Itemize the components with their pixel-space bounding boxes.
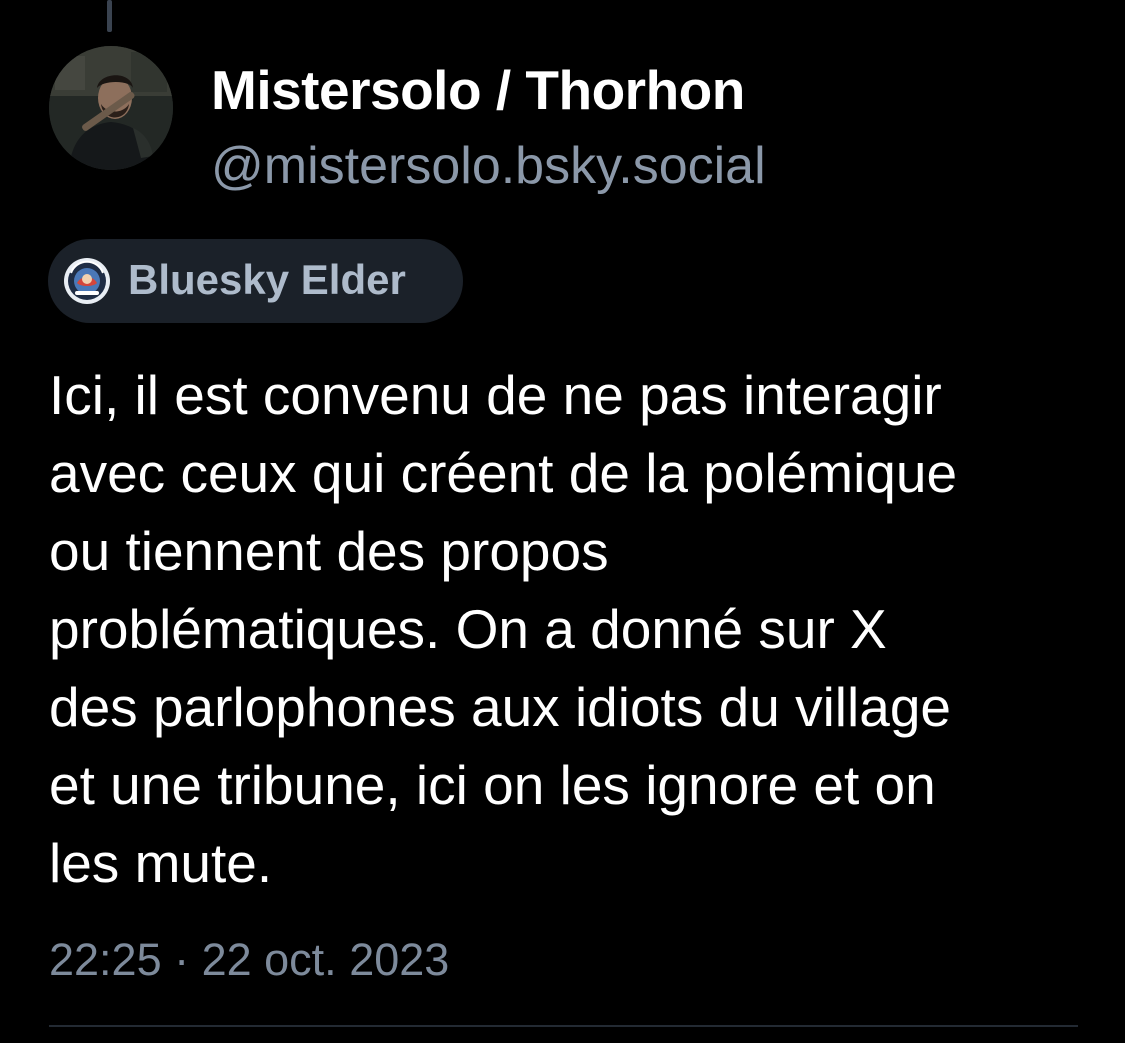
badge-label: Bluesky Elder <box>128 256 406 303</box>
divider <box>49 1025 1078 1027</box>
avatar-photo-icon <box>49 46 173 170</box>
avatar[interactable] <box>49 46 173 170</box>
profile-badge[interactable]: Bluesky Elder <box>48 239 463 323</box>
thread-connector-line <box>107 0 112 32</box>
post-body: Ici, il est convenu de ne pas interagir … <box>49 356 1099 902</box>
post-text-line: ou tiennent des propos <box>49 520 609 582</box>
post-text-line: problématiques. On a donné sur X <box>49 598 887 660</box>
post-text-line: les mute. <box>49 832 273 894</box>
post-timestamp[interactable]: 22:25 · 22 oct. 2023 <box>49 932 449 988</box>
badge-emblem-icon <box>63 257 111 305</box>
post-text-line: et une tribune, ici on les ignore et on <box>49 754 936 816</box>
author-display-name[interactable]: Mistersolo / Thorhon <box>211 58 745 122</box>
post-text-line: avec ceux qui créent de la polémique <box>49 442 958 504</box>
post-text-line: Ici, il est convenu de ne pas interagir <box>49 364 942 426</box>
post-text-line: des parlophones aux idiots du village <box>49 676 951 738</box>
author-handle[interactable]: @mistersolo.bsky.social <box>211 136 766 196</box>
